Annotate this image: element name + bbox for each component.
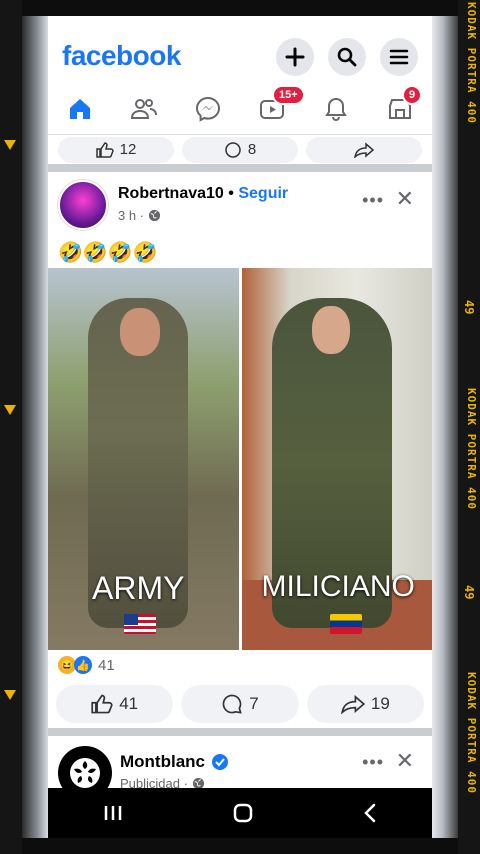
advertiser-line: Montblanc: [120, 752, 229, 772]
film-brand-text: KODAK PORTRA 400: [465, 672, 478, 794]
photo-left-army: ARMY: [48, 268, 239, 650]
montblanc-star-icon: [70, 758, 100, 788]
like-count: 41: [119, 694, 139, 713]
post-caption: 🤣🤣🤣🤣: [58, 242, 158, 264]
more-options-icon[interactable]: •••: [362, 190, 384, 211]
like-button[interactable]: 41: [56, 685, 174, 723]
comment-button[interactable]: 7: [181, 685, 299, 723]
reaction-count: 41: [98, 656, 115, 674]
tab-notifications[interactable]: [316, 91, 356, 127]
tab-friends[interactable]: [124, 91, 164, 127]
post-photo[interactable]: ARMY MILICIANO: [48, 268, 432, 650]
close-icon[interactable]: ✕: [396, 186, 414, 212]
facebook-logo[interactable]: facebook: [62, 40, 181, 72]
like-icon: [91, 694, 113, 714]
author-avatar[interactable]: [58, 180, 108, 230]
film-marker: [4, 140, 16, 150]
comment-icon: [222, 694, 242, 714]
app-header: facebook 15+ 9: [48, 24, 432, 134]
messenger-icon: [195, 96, 221, 122]
miliciano-label: MILICIANO: [261, 570, 415, 603]
home-icon: [70, 99, 90, 119]
tab-messenger[interactable]: [188, 91, 228, 127]
globe-icon: [148, 209, 161, 222]
militia-face: [311, 306, 350, 354]
share-icon: [354, 141, 374, 158]
screen-edge-right: [432, 16, 458, 838]
reaction-summary[interactable]: 😆 👍 41: [48, 650, 432, 680]
prev-like-button[interactable]: 12: [58, 136, 174, 163]
search-icon: [337, 47, 357, 67]
verified-badge-icon: [212, 754, 228, 770]
post-time: 3 h ·: [118, 208, 145, 223]
film-marker: [4, 690, 16, 700]
film-frame-number: 49: [462, 300, 476, 315]
feed-post: Robertnava10 • Seguir 3 h · ••• ✕ 🤣🤣🤣🤣 A…: [48, 172, 432, 728]
share-icon: [340, 694, 365, 714]
army-label: ARMY: [92, 570, 185, 606]
system-nav-bar: [48, 788, 432, 838]
film-brand-text: KODAK PORTRA 400: [465, 388, 478, 510]
share-count: 19: [370, 694, 390, 713]
comment-icon: [225, 141, 241, 158]
us-flag-icon: [124, 614, 156, 634]
advertiser-name[interactable]: Montblanc: [120, 752, 205, 772]
phone-screen: facebook 15+ 9 12 8 Robertnava10 • Segui…: [48, 16, 432, 838]
screen-edge-left: [22, 16, 48, 838]
marketplace-badge: 9: [402, 85, 423, 105]
prev-comment-count: 8: [247, 141, 257, 158]
film-strip-left: [0, 0, 22, 854]
search-button[interactable]: [328, 38, 366, 76]
author-line: Robertnava10 • Seguir: [118, 185, 288, 203]
hamburger-icon: [389, 49, 409, 65]
film-marker: [4, 405, 16, 415]
tab-video[interactable]: 15+: [252, 85, 305, 127]
status-bar: [48, 16, 432, 24]
create-button[interactable]: [276, 38, 314, 76]
recent-apps-icon[interactable]: [102, 804, 124, 822]
more-options-icon[interactable]: •••: [362, 752, 384, 773]
separator-dot: •: [228, 185, 234, 202]
prev-comment-button[interactable]: 8: [182, 136, 298, 163]
film-brand-text: KODAK PORTRA 400: [465, 2, 478, 124]
follow-button[interactable]: Seguir: [238, 185, 288, 202]
post-actions: 41 7 19: [48, 680, 432, 728]
close-icon[interactable]: ✕: [396, 748, 414, 774]
previous-post-actions: 12 8: [48, 134, 432, 164]
photo-right-miliciano: MILICIANO: [241, 268, 432, 650]
soldier-face: [120, 308, 160, 356]
tab-bar: 15+ 9: [48, 85, 432, 130]
film-frame-number: 49: [462, 585, 476, 600]
tab-marketplace[interactable]: 9: [380, 85, 423, 127]
prev-share-button[interactable]: [306, 136, 422, 163]
video-badge: 15+: [272, 85, 305, 105]
venezuela-flag-icon: [329, 614, 362, 634]
menu-button[interactable]: [380, 38, 418, 76]
friends-icon: [130, 99, 157, 119]
post-header: Robertnava10 • Seguir 3 h · ••• ✕: [48, 172, 432, 236]
prev-like-count: 12: [119, 141, 137, 158]
author-name[interactable]: Robertnava10: [118, 185, 224, 202]
comment-count: 7: [249, 694, 259, 713]
home-nav-icon[interactable]: [232, 802, 254, 824]
like-reaction-icon: 👍: [74, 656, 92, 674]
back-icon[interactable]: [362, 803, 378, 823]
bell-icon: [325, 97, 347, 121]
like-icon: [95, 141, 114, 158]
plus-icon: [285, 47, 305, 67]
post-meta: 3 h ·: [118, 208, 161, 223]
tab-home[interactable]: [60, 91, 100, 127]
share-button[interactable]: 19: [306, 685, 424, 723]
